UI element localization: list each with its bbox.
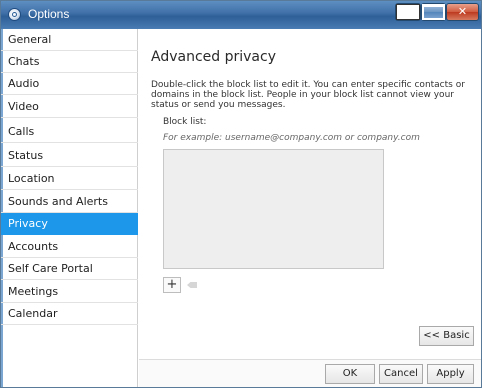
delete-entry-icon[interactable] bbox=[185, 279, 199, 291]
close-icon: ✕ bbox=[457, 5, 468, 18]
maximize-button[interactable] bbox=[421, 3, 446, 21]
block-list[interactable] bbox=[163, 149, 384, 269]
dialog-footer: OK Cancel Apply bbox=[139, 359, 481, 387]
title-bar[interactable]: Options ✕ bbox=[1, 1, 481, 29]
block-list-label: Block list: bbox=[163, 117, 207, 127]
sidebar-item-chats[interactable]: Chats bbox=[1, 51, 138, 73]
description-text: Double-click the block list to edit it. … bbox=[151, 80, 465, 110]
sidebar-item-general[interactable]: General bbox=[1, 29, 138, 51]
ok-button[interactable]: OK bbox=[325, 364, 375, 384]
sidebar-item-video[interactable]: Video bbox=[1, 96, 138, 118]
close-button[interactable]: ✕ bbox=[446, 3, 479, 21]
sidebar-item-location[interactable]: Location bbox=[1, 168, 138, 190]
maximize-icon bbox=[422, 4, 445, 20]
apply-button[interactable]: Apply bbox=[427, 364, 474, 384]
sidebar-item-calendar[interactable]: Calendar bbox=[1, 303, 138, 325]
sidebar-item-sounds-and-alerts[interactable]: Sounds and Alerts bbox=[1, 191, 138, 213]
add-entry-button[interactable]: + bbox=[163, 277, 181, 293]
window-title: Options bbox=[28, 7, 70, 21]
basic-button[interactable]: << Basic bbox=[419, 326, 474, 346]
privacy-panel: Advanced privacy Double-click the block … bbox=[139, 29, 481, 359]
minimize-icon bbox=[396, 4, 420, 20]
app-icon bbox=[8, 8, 21, 21]
minimize-button[interactable] bbox=[395, 3, 421, 21]
sidebar-item-accounts[interactable]: Accounts bbox=[1, 236, 138, 258]
sidebar-item-audio[interactable]: Audio bbox=[1, 73, 138, 95]
sidebar-item-meetings[interactable]: Meetings bbox=[1, 281, 138, 303]
page-title: Advanced privacy bbox=[151, 49, 276, 65]
sidebar-item-privacy[interactable]: Privacy bbox=[1, 213, 138, 235]
sidebar-item-calls[interactable]: Calls bbox=[1, 121, 138, 143]
options-window: Options ✕ General Chats Audio Video Call… bbox=[0, 0, 482, 388]
sidebar-item-status[interactable]: Status bbox=[1, 145, 138, 167]
cancel-button[interactable]: Cancel bbox=[379, 364, 423, 384]
sidebar: General Chats Audio Video Calls Status L… bbox=[1, 29, 138, 387]
sidebar-item-self-care-portal[interactable]: Self Care Portal bbox=[1, 258, 138, 280]
example-hint: For example: username@company.com or com… bbox=[163, 133, 420, 143]
